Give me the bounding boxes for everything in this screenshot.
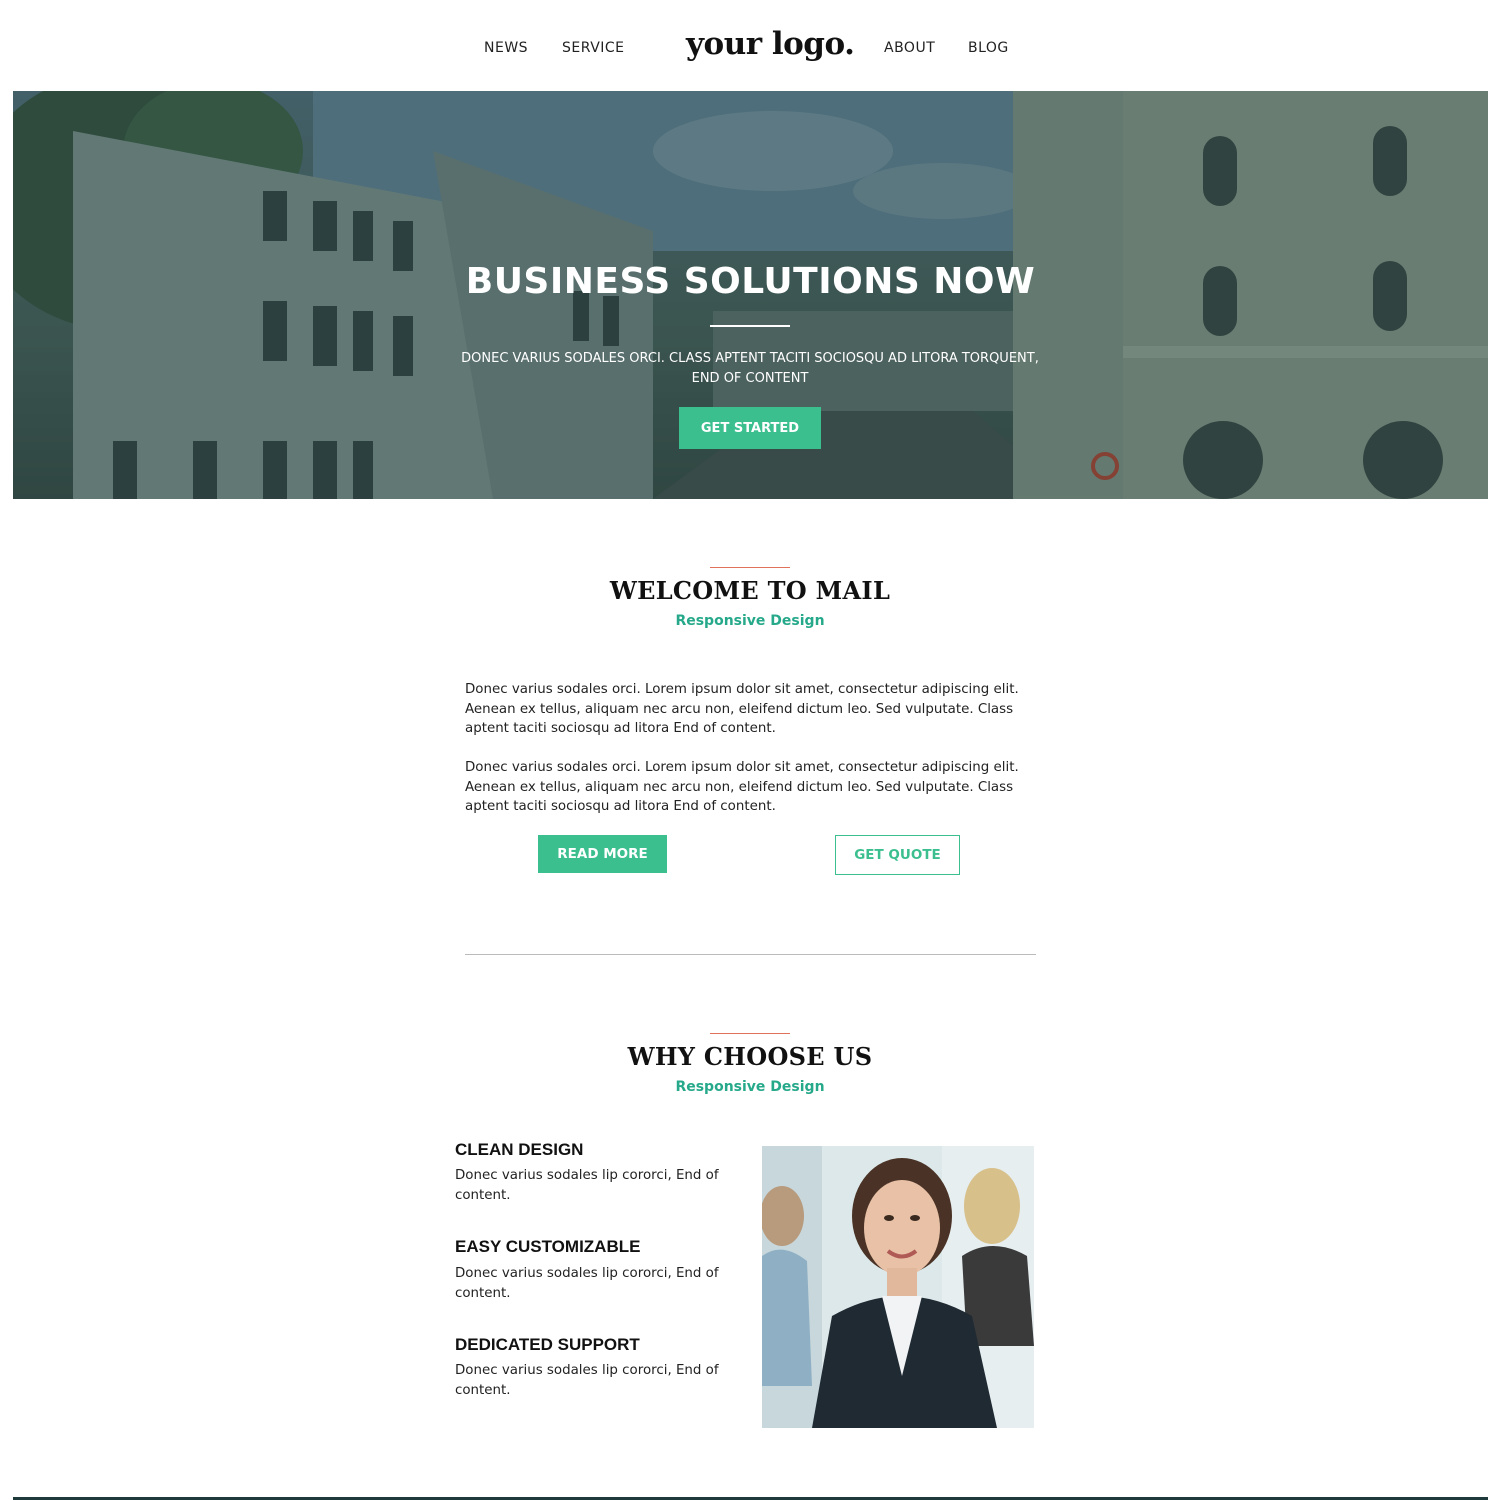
- hero-title: BUSINESS SOLUTIONS NOW: [465, 261, 1036, 302]
- section-divider: [465, 954, 1036, 955]
- nav-service[interactable]: SERVICE: [562, 40, 625, 56]
- welcome-accent-line: [710, 567, 790, 568]
- get-started-button[interactable]: GET STARTED: [679, 407, 821, 449]
- why-subtitle: Responsive Design: [675, 1079, 825, 1095]
- feature-text-clean-design: Donec varius sodales lip cororci, End of…: [455, 1168, 719, 1203]
- feature-title-dedicated-support: DEDICATED SUPPORT: [455, 1335, 640, 1354]
- feature-text-dedicated-support: Donec varius sodales lip cororci, End of…: [455, 1363, 719, 1398]
- nav-about[interactable]: ABOUT: [884, 40, 935, 56]
- hero-divider: [710, 325, 790, 327]
- hero-banner: BUSINESS SOLUTIONS NOW DONEC VARIUS SODA…: [13, 91, 1488, 499]
- welcome-paragraph-1: Donec varius sodales orci. Lorem ipsum d…: [465, 682, 1019, 736]
- hero-subtitle: DONEC VARIUS SODALES ORCI. CLASS APTENT …: [461, 351, 1039, 386]
- welcome-paragraph-2: Donec varius sodales orci. Lorem ipsum d…: [465, 760, 1019, 814]
- read-more-button[interactable]: READ MORE: [538, 835, 667, 873]
- businesswoman-photo: [762, 1146, 1034, 1428]
- welcome-title: WELCOME TO MAIL: [609, 576, 891, 605]
- nav-news[interactable]: NEWS: [484, 40, 528, 56]
- feature-title-clean-design: CLEAN DESIGN: [455, 1140, 584, 1159]
- welcome-subtitle: Responsive Design: [675, 613, 825, 629]
- logo[interactable]: your logo.: [686, 26, 855, 62]
- feature-title-easy-customizable: EASY CUSTOMIZABLE: [455, 1237, 641, 1256]
- why-title: WHY CHOOSE US: [627, 1042, 873, 1071]
- why-accent-line: [710, 1033, 790, 1034]
- get-quote-button[interactable]: GET QUOTE: [835, 835, 960, 875]
- feature-text-easy-customizable: Donec varius sodales lip cororci, End of…: [455, 1266, 719, 1301]
- nav-blog[interactable]: BLOG: [968, 40, 1009, 56]
